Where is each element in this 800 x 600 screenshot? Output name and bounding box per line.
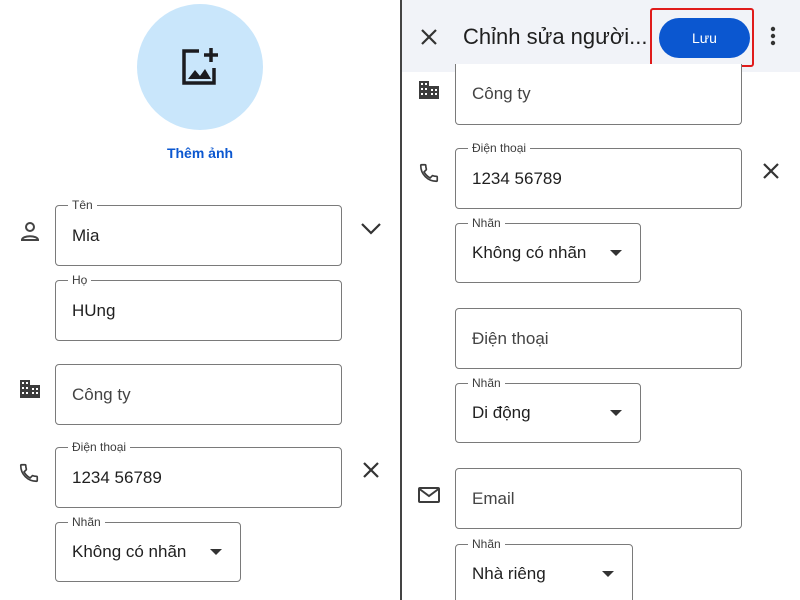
dropdown-arrow-icon <box>602 571 614 577</box>
phone-field[interactable]: Điện thoại 1234 56789 <box>55 447 342 508</box>
clear-icon[interactable] <box>362 461 380 479</box>
phone-label-caption: Nhãn <box>468 216 505 230</box>
save-button[interactable]: Lưu <box>659 18 750 58</box>
page-title: Chỉnh sửa người... <box>463 24 648 50</box>
email-placeholder: Email <box>472 489 515 509</box>
phone-label-value: Không có nhãn <box>472 243 586 263</box>
phone-icon <box>18 462 40 484</box>
phone-label: Điện thoại <box>68 440 130 454</box>
email-icon <box>418 487 440 503</box>
phone2-field[interactable]: Điện thoại <box>455 308 742 369</box>
phone-value: 1234 56789 <box>72 468 162 488</box>
add-photo-icon <box>179 46 221 88</box>
phone2-label-select[interactable]: Nhãn Di động <box>455 383 641 443</box>
phone-label: Điện thoại <box>468 141 530 155</box>
phone-label-caption: Nhãn <box>68 515 105 529</box>
person-icon <box>19 221 41 243</box>
chevron-down-icon[interactable] <box>360 222 382 236</box>
phone2-label-value: Di động <box>472 403 531 423</box>
company-field[interactable]: Công ty <box>55 364 342 425</box>
top-app-bar: Chỉnh sửa người... Lưu <box>402 0 800 72</box>
clear-icon[interactable] <box>762 162 780 180</box>
left-panel: Thêm ảnh Tên Mia Họ HUng Công ty Điện th… <box>0 0 400 600</box>
phone-label-select[interactable]: Nhãn Không có nhãn <box>55 522 241 582</box>
first-name-value: Mia <box>72 226 99 246</box>
phone-field[interactable]: Điện thoại 1234 56789 <box>455 148 742 209</box>
email-field[interactable]: Email <box>455 468 742 529</box>
company-field[interactable]: Công ty <box>455 64 742 125</box>
phone2-placeholder: Điện thoại <box>472 329 549 349</box>
business-icon <box>19 379 41 399</box>
email-label-caption: Nhãn <box>468 537 505 551</box>
dropdown-arrow-icon <box>610 250 622 256</box>
last-name-value: HUng <box>72 301 115 321</box>
more-vert-icon[interactable] <box>770 26 776 46</box>
email-label-value: Nhà riêng <box>472 564 546 584</box>
company-placeholder: Công ty <box>472 84 531 104</box>
dropdown-arrow-icon <box>610 410 622 416</box>
phone-label-select[interactable]: Nhãn Không có nhãn <box>455 223 641 283</box>
phone-label-value: Không có nhãn <box>72 542 186 562</box>
company-placeholder: Công ty <box>72 385 131 405</box>
save-highlight: Lưu <box>650 8 754 67</box>
add-photo-link[interactable]: Thêm ảnh <box>0 145 400 161</box>
business-icon <box>418 80 440 100</box>
close-icon[interactable] <box>420 28 438 46</box>
phone-icon <box>418 162 440 184</box>
right-panel: Chỉnh sửa người... Lưu Công ty Điện thoạ… <box>402 0 800 600</box>
last-name-field[interactable]: Họ HUng <box>55 280 342 341</box>
phone2-label-caption: Nhãn <box>468 376 505 390</box>
avatar-placeholder[interactable] <box>137 4 263 130</box>
phone-value: 1234 56789 <box>472 169 562 189</box>
email-label-select[interactable]: Nhãn Nhà riêng <box>455 544 633 600</box>
last-name-label: Họ <box>68 273 91 287</box>
dropdown-arrow-icon <box>210 549 222 555</box>
first-name-label: Tên <box>68 198 97 212</box>
first-name-field[interactable]: Tên Mia <box>55 205 342 266</box>
